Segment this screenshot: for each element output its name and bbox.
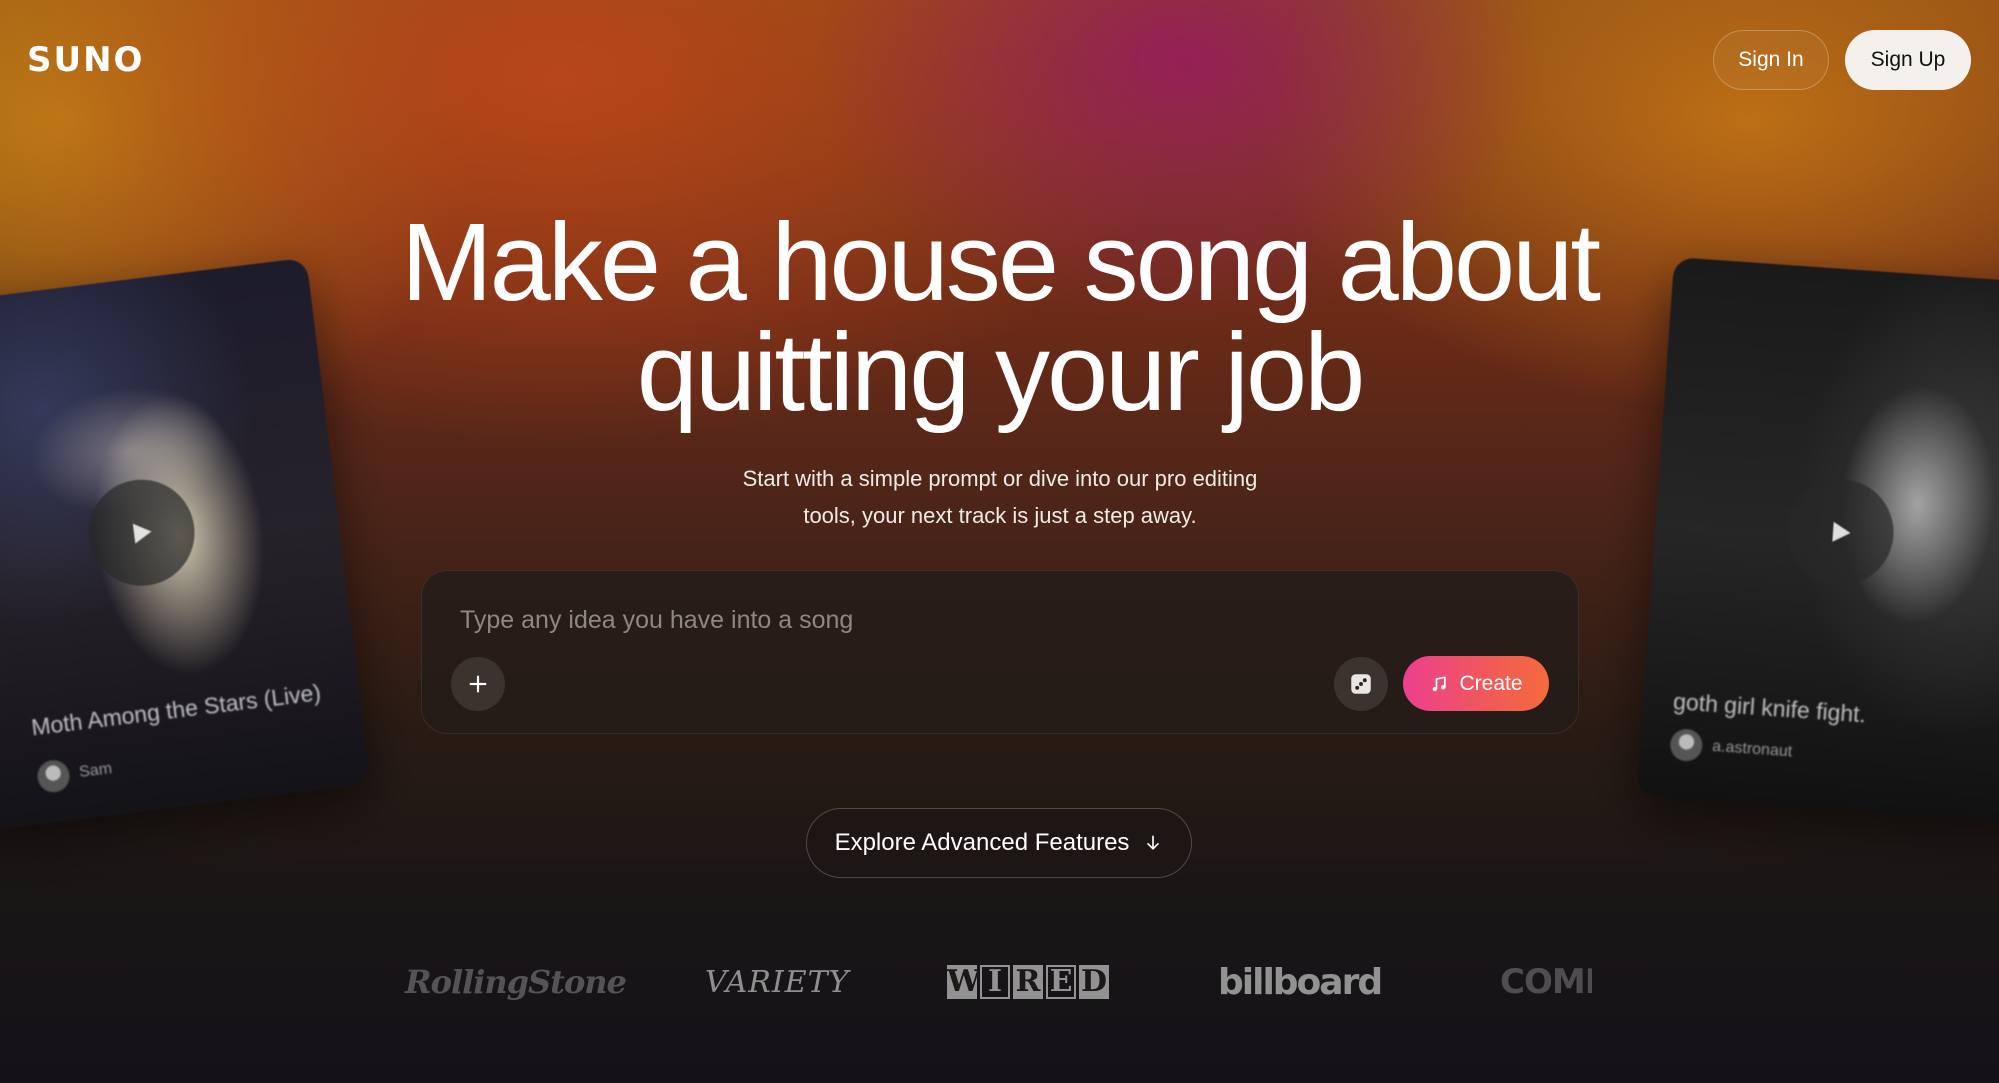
rolling-stone-logo: RollingStone	[405, 963, 627, 1001]
play-button[interactable]	[82, 473, 201, 592]
avatar	[35, 758, 72, 795]
avatar	[1669, 728, 1704, 763]
song-author: Sam	[35, 753, 114, 795]
plus-icon	[469, 675, 487, 693]
play-icon	[1832, 521, 1851, 542]
hero-title: Make a house song about quitting your jo…	[0, 208, 1999, 428]
hero-title-line-1: Make a house song about	[401, 201, 1601, 324]
billboard-logo: billboard	[1218, 961, 1383, 1003]
hero-title-line-2: quitting your job	[636, 311, 1366, 434]
author-name: a.astronaut	[1711, 737, 1793, 761]
wired-letter: W	[947, 964, 981, 999]
complex-logo: COMPLEX	[1500, 962, 1592, 1002]
create-button[interactable]: Create	[1403, 656, 1549, 711]
random-idea-button[interactable]	[1334, 657, 1388, 711]
hero-subtitle-line-1: Start with a simple prompt or dive into …	[742, 466, 1258, 491]
play-icon	[132, 523, 152, 544]
song-author: a.astronaut	[1669, 728, 1793, 768]
wired-letter: E	[1046, 965, 1076, 999]
music-note-icon	[1433, 676, 1447, 691]
arrow-down-icon	[1147, 835, 1160, 850]
dice-icon	[1351, 674, 1371, 694]
explore-advanced-features-button[interactable]: Explore Advanced Features	[806, 808, 1192, 878]
wired-letter: D	[1079, 964, 1109, 999]
song-prompt-input[interactable]	[458, 599, 1362, 641]
suno-logo[interactable]: SUNO	[27, 40, 144, 80]
author-name: Sam	[78, 760, 113, 782]
sign-up-button[interactable]: Sign Up	[1845, 30, 1971, 90]
add-button[interactable]	[451, 657, 505, 711]
wired-letter: R	[1013, 965, 1043, 999]
wired-logo: W I R E D	[947, 957, 1112, 1007]
variety-logo: VARIETY	[705, 964, 850, 1000]
landing-page: SUNO Sign In Sign Up Moth Among the Star…	[0, 0, 1999, 1083]
wired-letter: I	[980, 965, 1010, 999]
song-title: goth girl knife fight.	[1672, 688, 1867, 728]
create-label: Create	[1459, 671, 1523, 695]
hero-subtitle: Start with a simple prompt or dive into …	[700, 460, 1300, 534]
play-button[interactable]	[1783, 475, 1898, 589]
song-title: Moth Among the Stars (Live)	[29, 679, 323, 741]
sign-in-button[interactable]: Sign In	[1713, 30, 1829, 90]
song-prompt-box: Create	[421, 570, 1579, 734]
hero-subtitle-line-2: tools, your next track is just a step aw…	[803, 503, 1197, 528]
explore-label: Explore Advanced Features	[834, 829, 1130, 856]
